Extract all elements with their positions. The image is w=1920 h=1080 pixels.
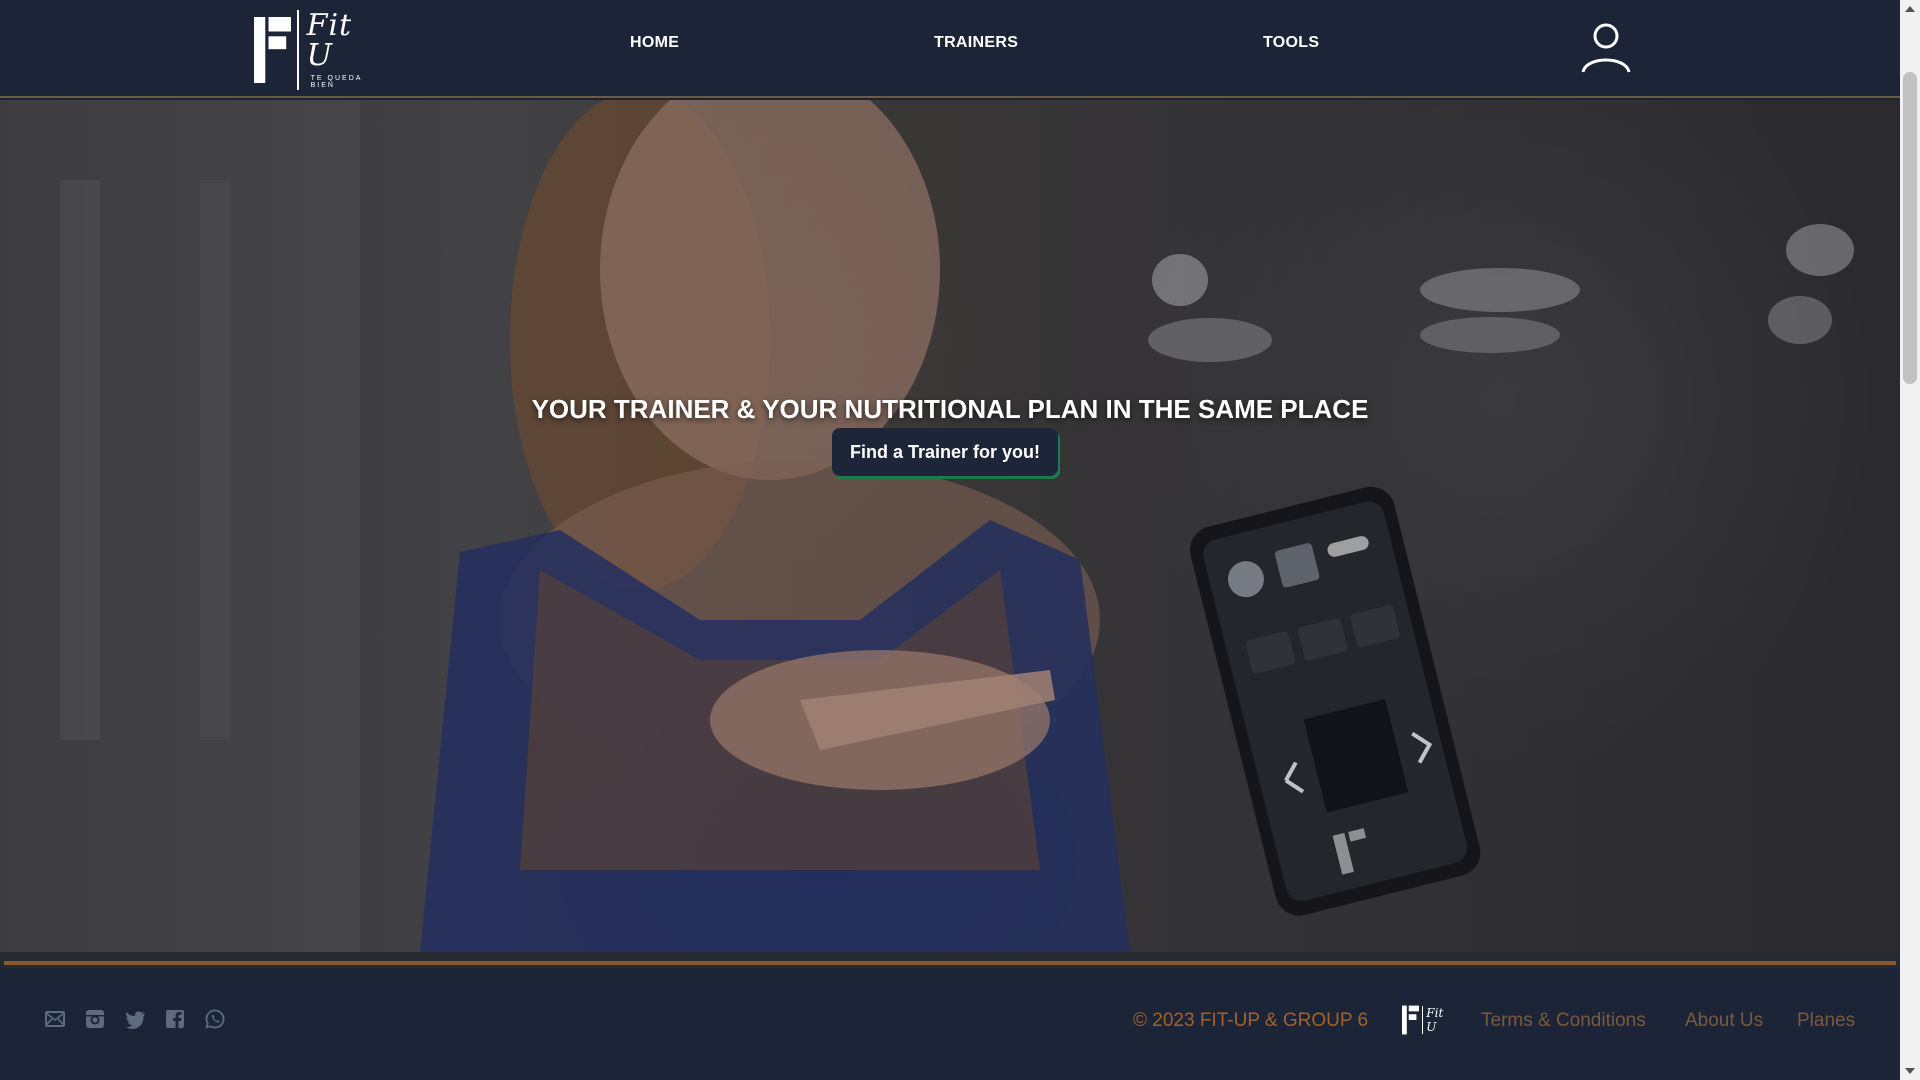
hero-section: YOUR TRAINER & YOUR NUTRITIONAL PLAN IN … <box>0 100 1900 952</box>
terms-link[interactable]: Terms & Conditions <box>1481 1010 1646 1032</box>
nav-tools[interactable]: TOOLS <box>1263 34 1319 52</box>
footer-divider-line <box>4 961 1896 965</box>
site-logo[interactable]: Fit U TE QUEDA BIEN <box>254 8 374 92</box>
planes-link[interactable]: Planes <box>1797 1010 1855 1032</box>
copyright-text: © 2023 FIT-UP & GROUP 6 <box>1133 1010 1369 1031</box>
mail-icon[interactable] <box>44 1008 66 1030</box>
footer-logo-script: Fit U <box>1426 1006 1444 1034</box>
logo-tagline: TE QUEDA BIEN <box>310 75 363 89</box>
facebook-icon[interactable] <box>164 1008 186 1030</box>
footer-logo-divider <box>1422 1006 1424 1034</box>
nav-trainers[interactable]: TRAINERS <box>934 34 1018 52</box>
logo-script-text: Fit U <box>306 8 353 73</box>
footer-divider-band <box>0 952 1900 968</box>
logo-f-mark-icon <box>254 16 292 84</box>
user-account-icon[interactable] <box>1580 22 1632 74</box>
nav-home[interactable]: HOME <box>630 34 679 52</box>
whatsapp-icon[interactable] <box>204 1008 226 1030</box>
site-header: Fit U TE QUEDA BIEN HOME TRAINERS TOOLS <box>0 0 1900 98</box>
twitter-icon[interactable] <box>124 1008 146 1030</box>
find-trainer-button[interactable]: Find a Trainer for you! <box>832 428 1058 476</box>
scrollbar-thumb[interactable] <box>1903 72 1917 384</box>
scroll-down-icon[interactable] <box>1905 1068 1915 1074</box>
page-scrollbar[interactable] <box>1900 0 1920 1080</box>
hero-title: YOUR TRAINER & YOUR NUTRITIONAL PLAN IN … <box>531 394 1369 424</box>
instagram-icon[interactable] <box>84 1008 106 1030</box>
site-footer: © 2023 FIT-UP & GROUP 6 Fit U Terms & Co… <box>0 968 1900 1080</box>
footer-logo[interactable]: Fit U <box>1402 1004 1456 1036</box>
about-us-link[interactable]: About Us <box>1685 1010 1763 1032</box>
logo-text: Fit U TE QUEDA BIEN <box>306 8 374 90</box>
footer-logo-f-mark-icon <box>1402 1005 1420 1035</box>
logo-divider <box>297 10 299 90</box>
scroll-up-icon[interactable] <box>1905 6 1915 12</box>
hero-overlay <box>0 100 1900 952</box>
